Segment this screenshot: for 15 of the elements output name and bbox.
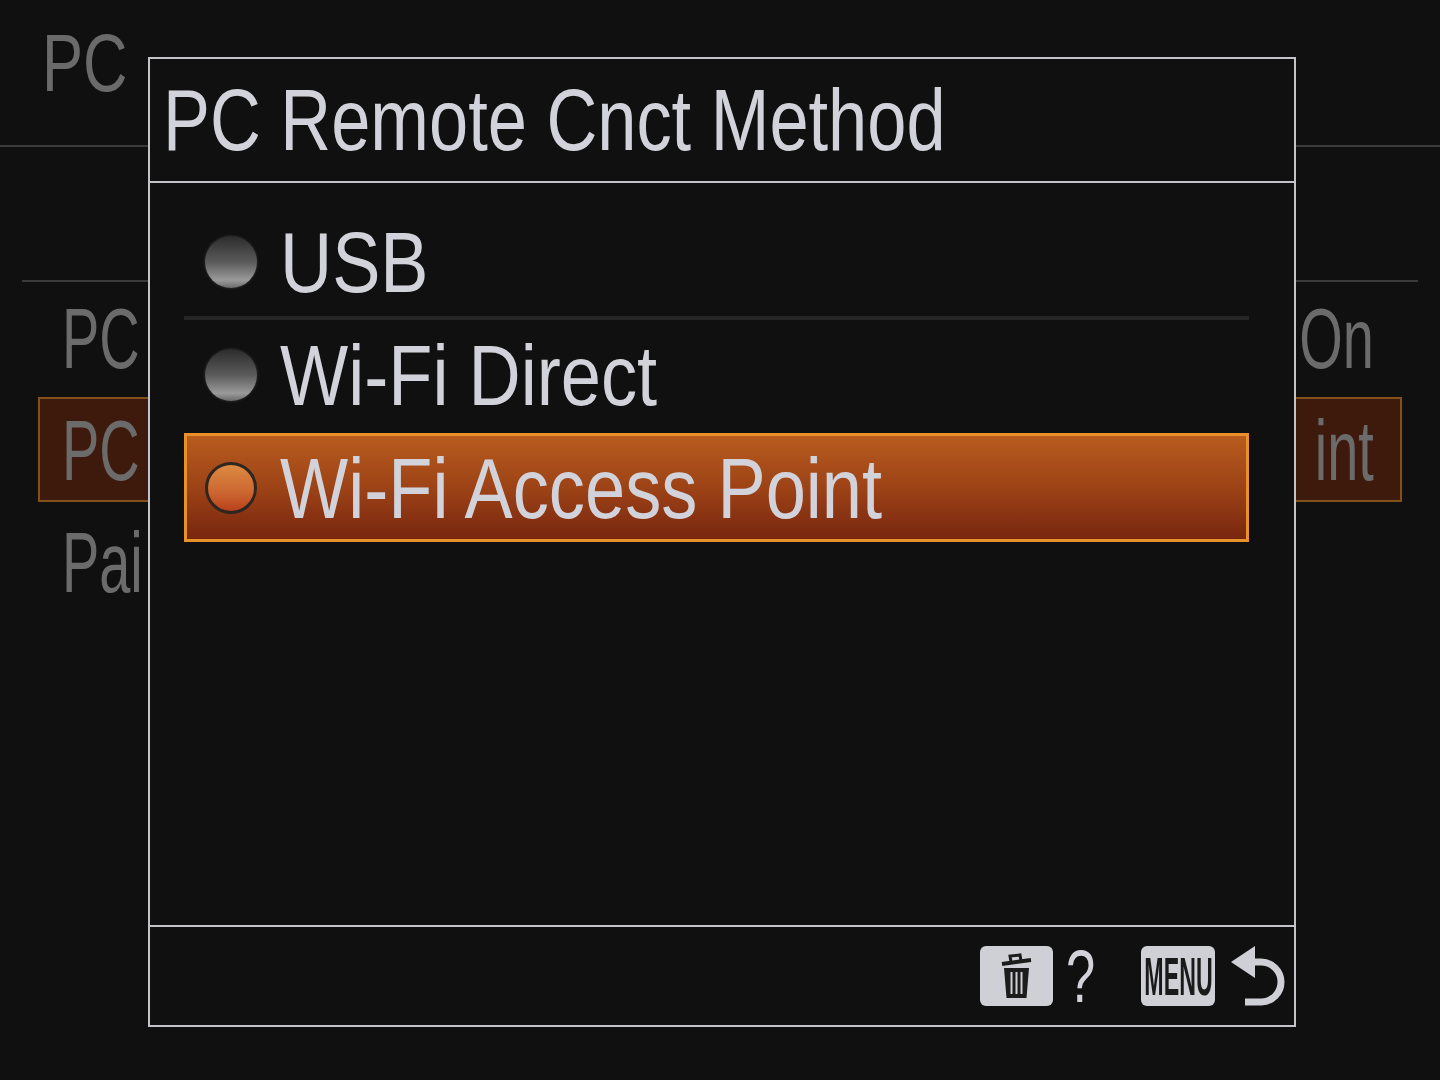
menu-title: PC (42, 22, 128, 104)
row-label: PC (62, 406, 140, 493)
row-label: Pai (62, 518, 143, 605)
trash-key-icon (980, 946, 1054, 1006)
help-label: ? (1066, 938, 1096, 1014)
option-item[interactable]: Wi-Fi Access Point (184, 433, 1249, 542)
option-item[interactable]: Wi-Fi Direct (184, 320, 1249, 429)
radio-icon (205, 461, 257, 514)
radio-icon (205, 348, 257, 401)
radio-icon (205, 235, 257, 288)
return-arrow-icon (1231, 944, 1285, 1008)
menu-key: MENU (1141, 946, 1215, 1006)
row-value: int (1314, 406, 1374, 493)
option-item[interactable]: USB (184, 207, 1249, 316)
dialog-title: PC Remote Cnct Method (163, 76, 946, 164)
